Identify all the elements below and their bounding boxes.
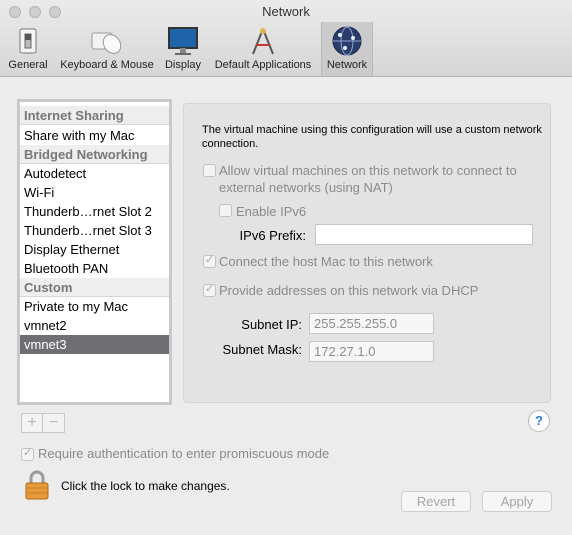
toolbar-display[interactable]: Display [161, 22, 205, 76]
ipv6-prefix-field[interactable] [315, 224, 533, 245]
list-item-vmnet2[interactable]: vmnet2 [20, 316, 169, 335]
add-network-button[interactable]: + [22, 414, 43, 432]
title-bar: Network General Keyboard & Mouse Display [0, 0, 572, 77]
enable-ipv6-checkbox[interactable] [219, 204, 232, 217]
add-remove-control: + − [21, 413, 65, 433]
allow-nat-checkbox[interactable] [203, 164, 216, 177]
subnet-mask-label: Subnet Mask: [222, 342, 303, 357]
display-icon [168, 27, 198, 55]
remove-network-button[interactable]: − [43, 414, 64, 432]
network-settings-panel: The virtual machine using this configura… [183, 103, 551, 403]
subnet-ip-label: Subnet IP: [241, 317, 302, 332]
list-item-thunderbolt-slot-2[interactable]: Thunderb…rnet Slot 2 [20, 202, 169, 221]
network-list[interactable]: Internet Sharing Share with my Mac Bridg… [17, 99, 172, 405]
list-item-bluetooth-pan[interactable]: Bluetooth PAN [20, 259, 169, 278]
network-globe-icon [332, 26, 362, 56]
toolbar-default-applications[interactable]: Default Applications [208, 22, 318, 76]
list-item-display-ethernet[interactable]: Display Ethernet [20, 240, 169, 259]
toolbar-general-label: General [8, 59, 48, 71]
toolbar-keyboard-mouse-label: Keyboard & Mouse [60, 59, 154, 71]
enable-ipv6-label: Enable IPv6 [236, 204, 307, 219]
dhcp-checkbox[interactable] [203, 282, 216, 297]
window-title: Network [262, 4, 310, 19]
connect-host-label: Connect the host Mac to this network [219, 254, 433, 269]
toolbar-display-label: Display [164, 59, 202, 71]
allow-nat-label: Allow virtual machines on this network t… [219, 163, 517, 195]
list-item-private-to-my-mac[interactable]: Private to my Mac [20, 297, 169, 316]
require-auth-checkbox[interactable] [21, 446, 34, 461]
list-group-custom: Custom [20, 278, 169, 297]
general-switch-icon [19, 28, 37, 54]
help-button[interactable]: ? [528, 410, 550, 432]
list-item-wifi[interactable]: Wi-Fi [20, 183, 169, 202]
require-auth-label: Require authentication to enter promiscu… [38, 446, 330, 461]
panel-description: The virtual machine using this configura… [202, 124, 542, 150]
list-item-autodetect[interactable]: Autodetect [20, 164, 169, 183]
lock-icon[interactable] [25, 470, 49, 500]
keyboard-mouse-icon [91, 32, 122, 54]
lock-message: Click the lock to make changes. [61, 479, 230, 493]
revert-button[interactable]: Revert [401, 491, 471, 512]
toolbar-network-label: Network [326, 59, 368, 71]
apply-button[interactable]: Apply [482, 491, 552, 512]
dhcp-label: Provide addresses on this network via DH… [219, 283, 479, 298]
list-item-share-with-my-mac[interactable]: Share with my Mac [20, 126, 169, 145]
list-group-internet-sharing: Internet Sharing [20, 106, 169, 125]
toolbar-default-applications-label: Default Applications [214, 59, 312, 71]
subnet-ip-field[interactable]: 255.255.255.0 [309, 313, 434, 334]
list-group-bridged-networking: Bridged Networking [20, 145, 169, 164]
toolbar-network[interactable]: Network [321, 22, 373, 76]
toolbar-keyboard-mouse[interactable]: Keyboard & Mouse [55, 22, 159, 76]
connect-host-checkbox[interactable] [203, 253, 216, 268]
list-item-thunderbolt-slot-3[interactable]: Thunderb…rnet Slot 3 [20, 221, 169, 240]
default-applications-icon [252, 28, 274, 55]
subnet-mask-field[interactable]: 172.27.1.0 [309, 341, 434, 362]
list-item-vmnet3[interactable]: vmnet3 [20, 335, 169, 354]
ipv6-prefix-label: IPv6 Prefix: [239, 228, 306, 243]
toolbar-general[interactable]: General [4, 22, 52, 76]
